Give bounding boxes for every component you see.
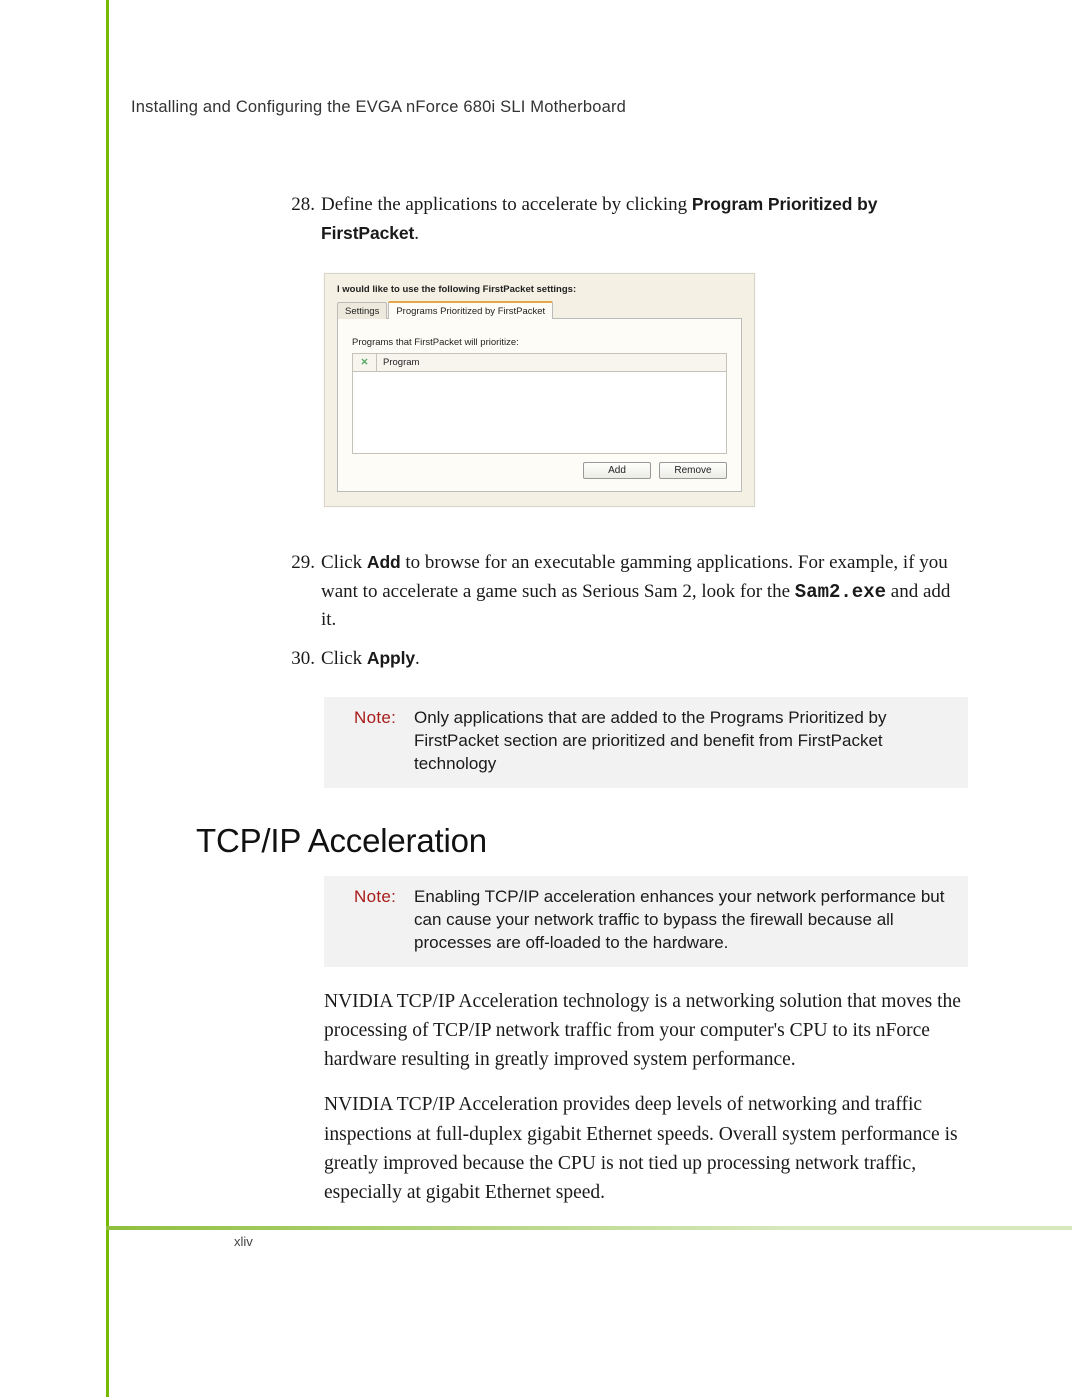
note-tcpip: Note: Enabling TCP/IP acceleration enhan… [324,876,968,967]
paragraph: NVIDIA TCP/IP Acceleration provides deep… [324,1090,968,1207]
note-text: Enabling TCP/IP acceleration enhances yo… [414,886,954,955]
text: . [414,223,419,244]
step-number: 28. [288,191,321,248]
col-header-program: Program [377,354,726,371]
step-body: Click Apply. [321,645,968,674]
ui-reference: Add [367,552,401,572]
note-firstpacket: Note: Only applications that are added t… [324,697,968,788]
page-number: xliv [234,1234,253,1249]
dialog-caption: I would like to use the following FirstP… [337,284,742,295]
screenshot-firstpacket-dialog: I would like to use the following FirstP… [324,273,755,507]
remove-button[interactable]: Remove [659,462,727,479]
note-label: Note: [354,886,414,955]
add-button[interactable]: Add [583,462,651,479]
section-heading-tcpip: TCP/IP Acceleration [196,822,968,860]
text: . [415,648,420,669]
step-29: 29. Click Add to browse for an executabl… [288,549,968,635]
panel-label: Programs that FirstPacket will prioritiz… [352,337,727,348]
content-column: 28. Define the applications to accelerat… [109,117,968,1207]
step-number: 29. [288,549,321,635]
step-body: Click Add to browse for an executable ga… [321,549,968,635]
tab-panel: Programs that FirstPacket will prioritiz… [337,318,742,492]
tab-programs-prioritized[interactable]: Programs Prioritized by FirstPacket [388,301,553,319]
footer-rule [106,1226,1072,1230]
col-header-x: ✕ [353,354,377,371]
note-label: Note: [354,707,414,776]
chapter-title: Installing and Configuring the EVGA nFor… [131,98,968,117]
ui-reference: Apply [367,648,415,668]
table-body-empty [352,372,727,454]
note-text: Only applications that are added to the … [414,707,954,776]
page-container: Installing and Configuring the EVGA nFor… [106,0,968,1397]
text: Click [321,648,367,669]
step-body: Define the applications to accelerate by… [321,191,968,248]
step-number: 30. [288,645,321,674]
paragraph: NVIDIA TCP/IP Acceleration technology is… [324,987,968,1075]
tab-bar: Settings Programs Prioritized by FirstPa… [337,301,742,319]
step-28: 28. Define the applications to accelerat… [288,191,968,248]
text: Click [321,552,367,573]
button-row: Add Remove [352,462,727,479]
step-30: 30. Click Apply. [288,645,968,674]
filename: Sam2.exe [795,581,886,603]
text: Define the applications to accelerate by… [321,194,692,215]
table-header: ✕ Program [352,353,727,372]
tab-settings[interactable]: Settings [337,302,387,319]
